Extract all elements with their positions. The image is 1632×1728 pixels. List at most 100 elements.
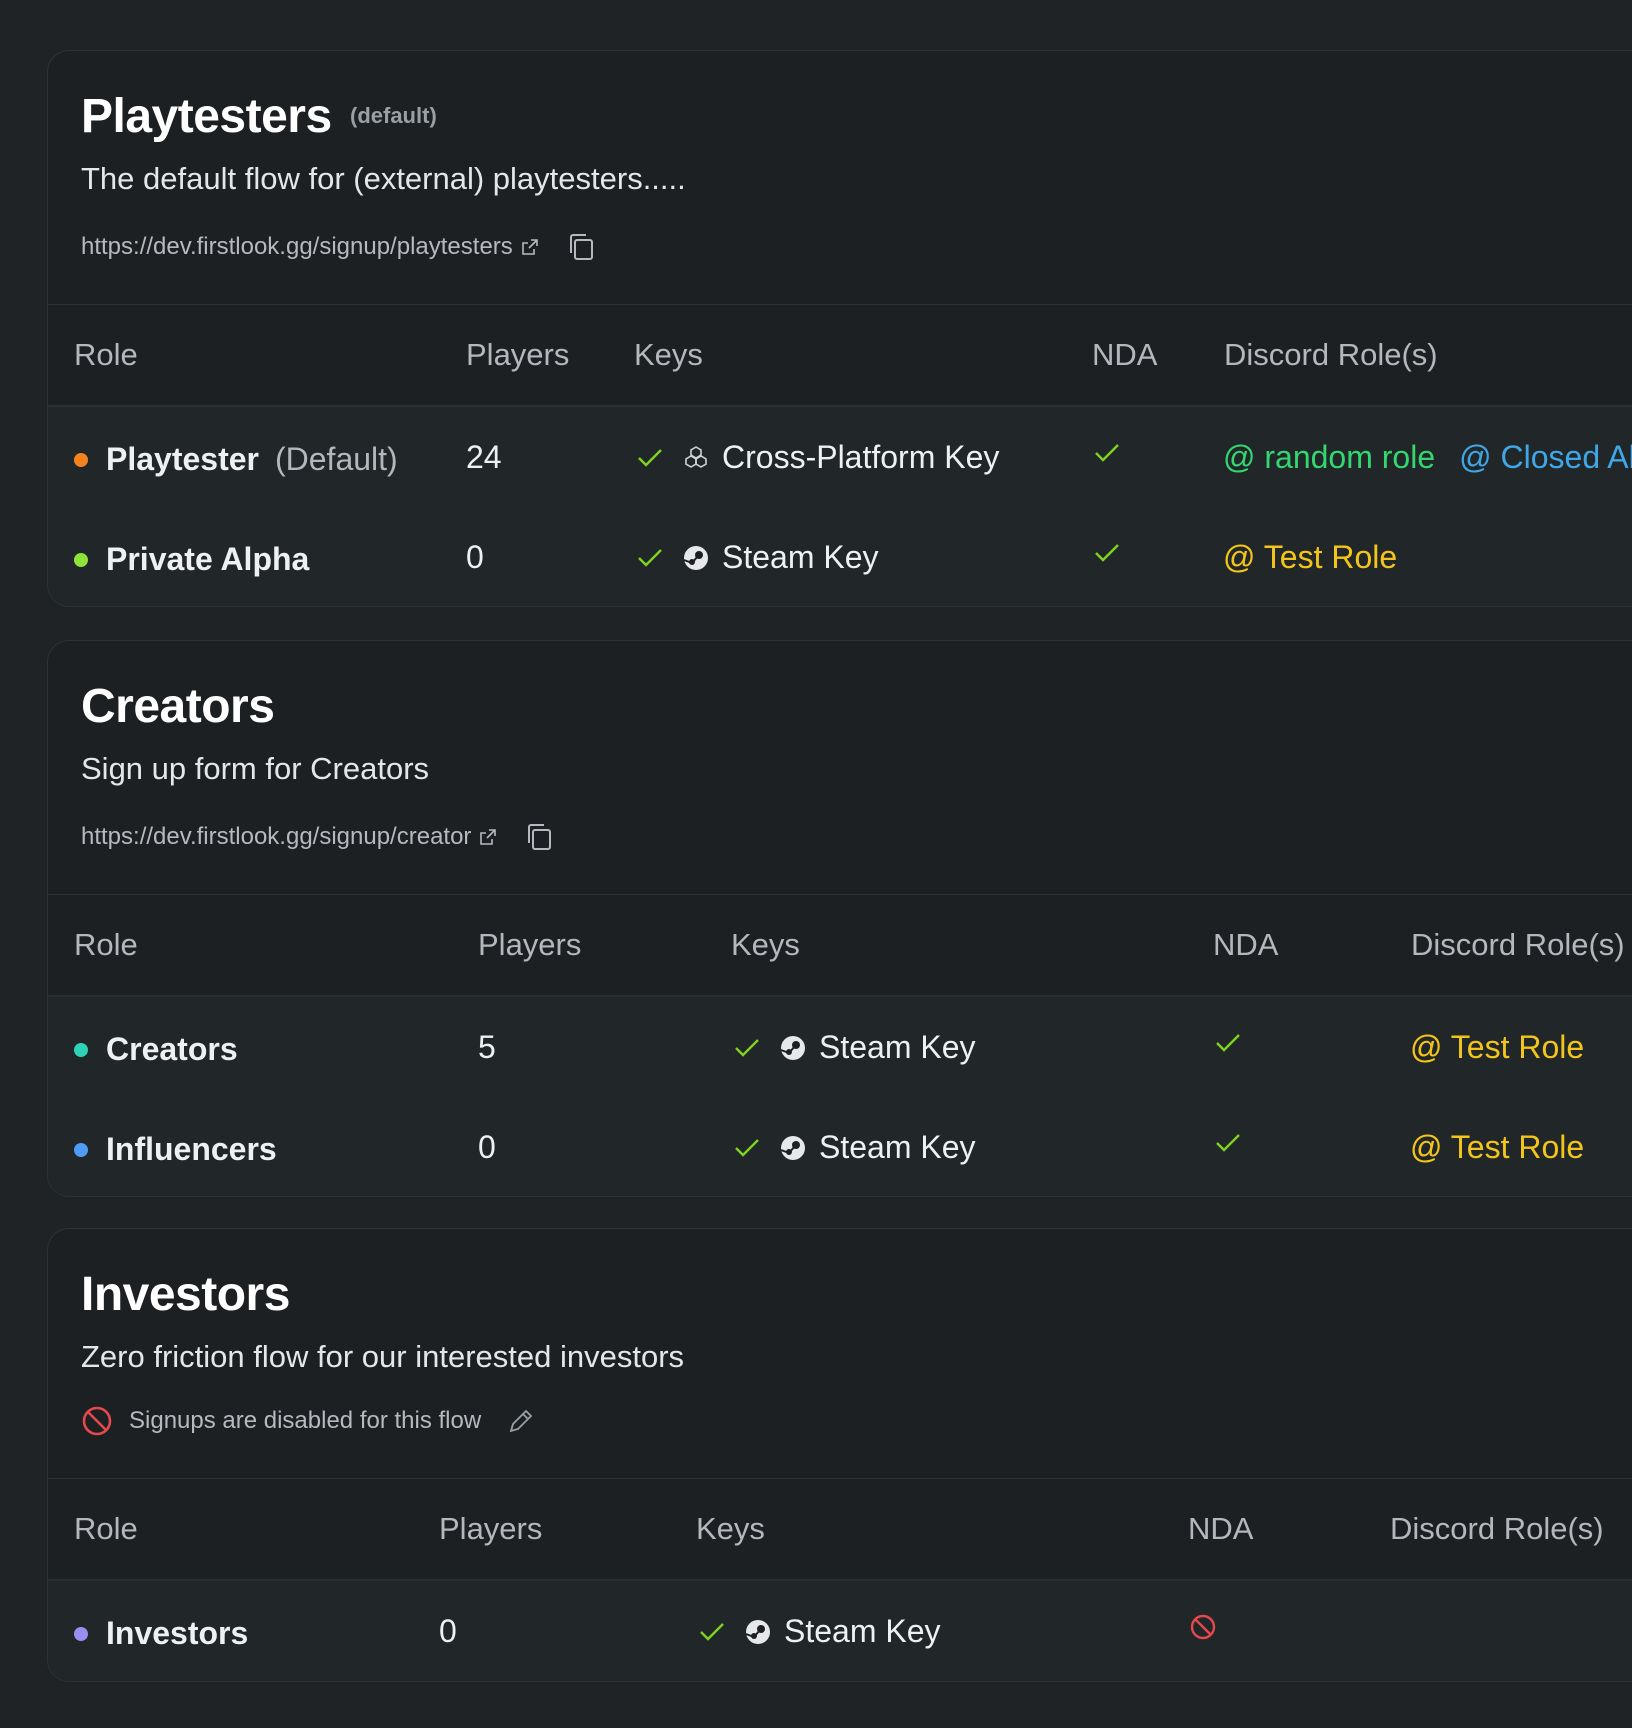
table-row[interactable]: Playtester (Default) 24 Cross-Platform K…	[48, 407, 1632, 507]
nda-cell	[1093, 539, 1121, 567]
table-row[interactable]: Influencers 0 Steam Key @ Test Role	[48, 1097, 1632, 1196]
nda-cell	[1214, 1029, 1242, 1057]
col-players: Players	[466, 337, 570, 372]
external-link-icon[interactable]	[479, 828, 497, 846]
nda-cell	[1093, 439, 1121, 467]
check-icon	[735, 1038, 759, 1057]
signup-link-row: https://dev.firstlook.gg/signup/playtest…	[81, 231, 597, 263]
key-type: Steam Key	[779, 1029, 976, 1066]
role-color-dot	[74, 452, 88, 467]
players-count: 24	[466, 439, 502, 475]
flow-description: The default flow for (external) playtest…	[81, 161, 686, 196]
flow-title: Playtesters	[81, 90, 332, 143]
cube-icon	[685, 445, 707, 468]
flow-description: Zero friction flow for our interested in…	[81, 1339, 685, 1374]
key-type: Steam Key	[744, 1613, 941, 1650]
roles-table-header: Role Players Keys NDA Discord Role(s)	[48, 1478, 1632, 1581]
signup-link[interactable]: https://dev.firstlook.gg/signup/creator	[81, 823, 471, 851]
col-keys: Keys	[634, 337, 703, 372]
nda-cell	[1189, 1613, 1217, 1641]
col-players: Players	[478, 927, 582, 962]
check-icon	[638, 548, 662, 567]
discord-role-tag[interactable]: @ Test Role	[1410, 1029, 1584, 1066]
flow-description: Sign up form for Creators	[81, 751, 430, 786]
key-type: Cross-Platform Key	[682, 439, 999, 476]
signup-link[interactable]: https://dev.firstlook.gg/signup/playtest…	[81, 233, 513, 261]
check-icon	[1095, 544, 1119, 562]
col-discord-roles: Discord Role(s)	[1411, 927, 1625, 962]
role-color-dot	[74, 552, 88, 567]
col-keys: Keys	[731, 927, 800, 962]
ban-icon	[1190, 1614, 1216, 1640]
discord-roles-cell: @ random role @ Closed Al	[1223, 439, 1632, 476]
signup-link-row: https://dev.firstlook.gg/signup/creator	[81, 821, 555, 853]
table-row[interactable]: Private Alpha 0 Steam Key @ Test Role	[48, 507, 1632, 606]
flow-title: Investors	[81, 1268, 290, 1321]
table-row[interactable]: Investors 0 Steam Key	[48, 1581, 1632, 1681]
role-name: Playtester (Default)	[74, 441, 398, 478]
col-role: Role	[74, 337, 138, 372]
steam-icon	[683, 545, 708, 570]
role-name: Private Alpha	[74, 541, 309, 578]
players-count: 0	[466, 539, 484, 575]
col-keys: Keys	[696, 1511, 765, 1546]
check-icon	[700, 1622, 724, 1641]
check-icon	[735, 1138, 759, 1157]
discord-roles-cell: @ Test Role	[1410, 1129, 1608, 1166]
col-discord-roles: Discord Role(s)	[1390, 1511, 1604, 1546]
key-type: Steam Key	[779, 1129, 976, 1166]
ban-icon	[82, 1406, 112, 1436]
col-players: Players	[439, 1511, 543, 1546]
roles-table-header: Role Players Keys NDA Discord Role(s)	[48, 894, 1632, 997]
check-icon	[638, 448, 662, 467]
role-name: Creators	[74, 1031, 238, 1068]
roles-table-header: Role Players Keys NDA Discord Role(s)	[48, 304, 1632, 407]
col-role: Role	[74, 1511, 138, 1546]
steam-icon	[780, 1135, 805, 1160]
nda-cell	[1214, 1129, 1242, 1157]
discord-role-tag[interactable]: @ Test Role	[1410, 1129, 1584, 1166]
default-role-note: (Default)	[274, 441, 398, 477]
steam-icon	[780, 1035, 805, 1060]
external-link-icon[interactable]	[521, 238, 539, 256]
col-role: Role	[74, 927, 138, 962]
players-count: 0	[478, 1129, 496, 1165]
steam-icon	[745, 1619, 770, 1644]
keys-cell: Steam Key	[733, 1129, 976, 1166]
copy-icon[interactable]	[565, 231, 597, 263]
role-color-dot	[74, 1042, 88, 1057]
col-nda: NDA	[1092, 337, 1158, 372]
discord-role-tag[interactable]: @ Test Role	[1223, 539, 1397, 576]
role-color-dot	[74, 1142, 88, 1157]
disabled-text: Signups are disabled for this flow	[129, 1407, 482, 1434]
flow-card-playtesters: Playtesters (default) The default flow f…	[47, 50, 1632, 607]
discord-roles-cell: @ Test Role	[1223, 539, 1421, 576]
check-icon	[1095, 444, 1119, 462]
copy-icon[interactable]	[523, 821, 555, 853]
keys-cell: Steam Key	[733, 1029, 976, 1066]
default-badge: (default)	[350, 103, 437, 128]
check-icon	[1216, 1134, 1240, 1152]
players-count: 5	[478, 1029, 496, 1065]
role-name: Influencers	[74, 1131, 277, 1168]
col-nda: NDA	[1188, 1511, 1254, 1546]
flow-title: Creators	[81, 680, 275, 733]
players-count: 0	[439, 1613, 457, 1649]
keys-cell: Steam Key	[698, 1613, 941, 1650]
flow-card-creators: Creators Sign up form for Creators https…	[47, 640, 1632, 1197]
discord-role-tag[interactable]: @ Closed Al	[1459, 439, 1632, 476]
check-icon	[1216, 1034, 1240, 1052]
key-type: Steam Key	[682, 539, 879, 576]
role-color-dot	[74, 1626, 88, 1641]
table-row[interactable]: Creators 5 Steam Key @ Test Role	[48, 997, 1632, 1097]
col-discord-roles: Discord Role(s)	[1224, 337, 1438, 372]
role-name: Investors	[74, 1615, 248, 1652]
keys-cell: Steam Key	[636, 539, 879, 576]
signups-disabled-notice: Signups are disabled for this flow	[81, 1405, 535, 1437]
col-nda: NDA	[1213, 927, 1279, 962]
keys-cell: Cross-Platform Key	[636, 439, 999, 476]
discord-role-tag[interactable]: @ random role	[1223, 439, 1435, 476]
edit-pencil-icon[interactable]	[507, 1407, 535, 1435]
discord-roles-cell: @ Test Role	[1410, 1029, 1608, 1066]
flow-card-investors: Investors Zero friction flow for our int…	[47, 1228, 1632, 1682]
